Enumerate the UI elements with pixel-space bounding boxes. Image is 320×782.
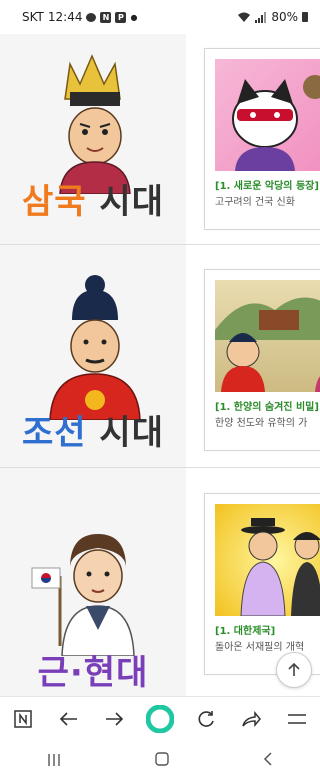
share-button[interactable] xyxy=(235,703,267,735)
n-button[interactable] xyxy=(7,703,39,735)
forward-button[interactable] xyxy=(98,703,130,735)
wifi-icon xyxy=(238,12,251,22)
battery-percent: 80% xyxy=(271,10,298,24)
episode-card[interactable]: [1. 한양의 숨겨진 비밀] 한양 천도와 유학의 가 xyxy=(204,269,320,451)
battery-icon xyxy=(302,12,308,22)
episode-title: [1. 새로운 악당의 등장] xyxy=(215,181,319,192)
modern-character-illustration xyxy=(31,534,135,656)
back-arrow-icon xyxy=(59,712,77,726)
episode-thumbnail[interactable] xyxy=(215,59,320,171)
p-notification-icon: P xyxy=(115,11,127,23)
era-title: 삼국 시대 xyxy=(0,174,186,223)
episode-card[interactable]: [1. 대한제국] 돌아온 서재필의 개혁 xyxy=(204,493,320,675)
episode-title: [1. 한양의 숨겨진 비밀] xyxy=(215,402,319,413)
era-title-primary: 조선 xyxy=(22,413,87,453)
episode-description: 한양 천도와 유학의 가 xyxy=(215,418,308,429)
forward-arrow-icon xyxy=(106,712,124,726)
era-section-three-kingdoms[interactable]: 삼국 시대 [1. 새로운 악당의 등장] 고구려의 건국 신화 xyxy=(0,34,320,245)
era-title-primary: 삼국 xyxy=(22,182,87,222)
villain-cat-illustration xyxy=(232,75,320,171)
clock: 12:44 xyxy=(47,10,83,24)
menu-icon xyxy=(288,714,307,724)
episode-title: [1. 대한제국] xyxy=(215,626,276,637)
system-home-button[interactable] xyxy=(154,751,170,771)
scroll-top-button[interactable] xyxy=(276,652,312,688)
refresh-button[interactable] xyxy=(190,703,222,735)
episode-card[interactable]: [1. 새로운 악당의 등장] 고구려의 건국 신화 xyxy=(204,48,320,230)
era-section-modern[interactable]: 근·현대 [1. 대한제국] 돌아온 서재필의 개혁 xyxy=(0,468,320,696)
system-back-button[interactable] xyxy=(262,751,274,771)
episode-description: 돌아온 서재필의 개혁 xyxy=(215,642,305,653)
recent-apps-icon xyxy=(48,753,60,766)
recent-apps-button[interactable] xyxy=(46,752,62,771)
back-button[interactable] xyxy=(53,703,85,735)
share-icon xyxy=(242,710,262,728)
more-notifications-icon: ● xyxy=(130,12,138,22)
refresh-icon xyxy=(198,711,214,727)
era-section-joseon[interactable]: 조선 시대 [1. 한양의 숨겨진 비밀] 한양 천도와 유학의 가 xyxy=(0,245,320,468)
era-list: 삼국 시대 [1. 새로운 악당의 등장] 고구려의 건국 신화 조선 시대 [… xyxy=(0,34,320,696)
era-banner[interactable]: 근·현대 xyxy=(0,468,186,696)
menu-button[interactable] xyxy=(281,703,313,735)
korean-empire-scene-illustration xyxy=(240,518,320,616)
system-home-icon xyxy=(155,752,169,766)
era-title-secondary: 시대 xyxy=(99,413,164,453)
browser-toolbar xyxy=(0,696,320,741)
arrow-up-icon xyxy=(288,662,300,676)
carrier: SKT xyxy=(22,10,44,24)
home-button[interactable] xyxy=(144,703,176,735)
king-character-illustration xyxy=(59,54,131,194)
era-title: 근·현대 xyxy=(0,645,186,694)
n-notification-icon: N xyxy=(100,11,112,23)
home-circle-icon xyxy=(145,705,174,733)
episode-thumbnail[interactable] xyxy=(215,280,320,392)
signal-icon xyxy=(255,11,267,23)
status-bar: SKT 12:44 N P ● 80% xyxy=(0,0,320,34)
n-icon xyxy=(14,710,32,728)
joseon-king-character-illustration xyxy=(49,275,141,420)
era-banner[interactable]: 조선 시대 xyxy=(0,245,186,467)
episode-description: 고구려의 건국 신화 xyxy=(215,197,295,208)
system-nav-bar xyxy=(0,740,320,782)
episode-thumbnail[interactable] xyxy=(215,504,320,616)
era-title-primary: 근·현대 xyxy=(37,653,149,693)
era-title-secondary: 시대 xyxy=(99,182,164,222)
chat-icon xyxy=(86,12,97,22)
hanyang-scene-illustration xyxy=(215,297,320,392)
era-title: 조선 시대 xyxy=(0,405,186,454)
system-back-icon xyxy=(263,752,272,766)
era-banner[interactable]: 삼국 시대 xyxy=(0,34,186,244)
